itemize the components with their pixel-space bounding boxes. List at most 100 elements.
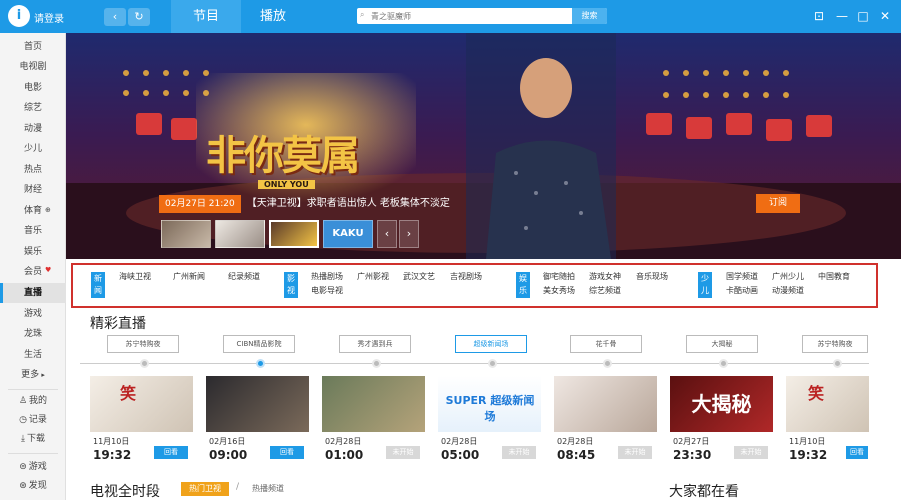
sidebar-item-games[interactable]: 游戏 bbox=[0, 304, 66, 324]
channel-link[interactable]: 音乐现场 bbox=[636, 271, 668, 282]
channel-tab[interactable]: 苏宁特购夜 bbox=[802, 335, 868, 353]
sidebar-item-anime[interactable]: 动漫 bbox=[0, 119, 66, 139]
channel-tab[interactable]: 苏宁特购夜 bbox=[107, 335, 179, 353]
app-logo[interactable]: i bbox=[8, 5, 30, 27]
search-button[interactable]: 搜索 bbox=[572, 8, 607, 24]
show-logo-text: 非你莫属 bbox=[206, 133, 360, 179]
maximize-icon[interactable]: □ bbox=[855, 9, 871, 23]
channel-link[interactable]: 武汉文艺 bbox=[403, 271, 435, 282]
program-time: 19:32 bbox=[789, 448, 828, 462]
sidebar-item-kids[interactable]: 少儿 bbox=[0, 139, 66, 159]
sidebar-item-more[interactable]: 更多 ▸ bbox=[0, 365, 66, 385]
sidebar-item-live[interactable]: 直播 bbox=[0, 283, 66, 303]
program-card[interactable]: 大揭秘 02月27日 23:30 未开始 bbox=[670, 376, 773, 462]
banner-thumb-active[interactable] bbox=[269, 220, 319, 248]
close-icon[interactable]: ✕ bbox=[877, 9, 893, 23]
sidebar: 首页 电视剧 电影 综艺 动漫 少儿 热点 财经 体育 ⊕ 音乐 娱乐 会员 ♥… bbox=[0, 33, 66, 500]
channel-link[interactable]: 海峡卫视 bbox=[119, 271, 151, 282]
tab-popular-channels[interactable]: 热播频道 bbox=[252, 483, 284, 494]
program-card[interactable]: 笑 11月10日 19:32 回看 bbox=[90, 376, 193, 462]
sidebar-item-home[interactable]: 首页 bbox=[0, 37, 66, 57]
channel-link[interactable]: 电影导视 bbox=[311, 285, 343, 296]
channel-link[interactable]: 综艺频道 bbox=[589, 285, 621, 296]
pin-icon[interactable]: ⊡ bbox=[811, 9, 827, 23]
channel-tab[interactable]: 秀才遇到兵 bbox=[339, 335, 411, 353]
refresh-icon[interactable]: ↻ bbox=[128, 8, 150, 26]
sidebar-item-game-center[interactable]: ⊜ 游戏 bbox=[0, 457, 66, 477]
search-box: ⌕ 搜索 bbox=[357, 8, 607, 24]
program-card[interactable]: 02月28日 08:45 未开始 bbox=[554, 376, 657, 462]
minimize-icon[interactable]: — bbox=[834, 9, 850, 23]
sidebar-item-music[interactable]: 音乐 bbox=[0, 221, 66, 241]
timeline-dot bbox=[140, 359, 149, 368]
banner-thumb[interactable] bbox=[161, 220, 211, 248]
timeline-dot bbox=[833, 359, 842, 368]
sidebar-item-discover[interactable]: ⊛ 发现 bbox=[0, 476, 66, 496]
channel-link[interactable]: 广州少儿 bbox=[772, 271, 804, 282]
program-card[interactable]: SUPER 超级新闻场 02月28日 05:00 未开始 bbox=[438, 376, 541, 462]
sidebar-item-download[interactable]: ⤓ 下载 bbox=[0, 429, 66, 449]
sidebar-item-history[interactable]: ◷ 记录 bbox=[0, 410, 66, 430]
replay-button[interactable]: 回看 bbox=[846, 446, 868, 459]
sidebar-item-variety[interactable]: 综艺 bbox=[0, 98, 66, 118]
mine-label: 我的 bbox=[29, 396, 48, 406]
category-kids-label[interactable]: 少儿 bbox=[698, 272, 712, 298]
program-time: 23:30 bbox=[673, 448, 712, 462]
channel-tab[interactable]: 花千骨 bbox=[570, 335, 642, 353]
channel-link[interactable]: 广州新闻 bbox=[173, 271, 205, 282]
program-thumbnail bbox=[322, 376, 425, 432]
vip-heart-icon: ♥ bbox=[45, 266, 52, 274]
channel-link[interactable]: 美女秀场 bbox=[543, 285, 575, 296]
channel-link[interactable]: 动漫频道 bbox=[772, 285, 804, 296]
subscribe-button[interactable]: 订阅 bbox=[756, 194, 800, 213]
tab-play[interactable]: 播放 bbox=[241, 0, 305, 33]
channel-link[interactable]: 游戏女神 bbox=[589, 271, 621, 282]
tab-hot-satellite[interactable]: 热门卫视 bbox=[181, 482, 229, 496]
sidebar-item-life[interactable]: 生活 bbox=[0, 345, 66, 365]
channel-tab-active[interactable]: 超级新闻场 bbox=[455, 335, 527, 353]
banner-thumb[interactable] bbox=[215, 220, 265, 248]
channel-link[interactable]: 中国教育 bbox=[818, 271, 850, 282]
sidebar-item-sports[interactable]: 体育 bbox=[0, 201, 66, 221]
channel-link[interactable]: 纪录频道 bbox=[228, 271, 260, 282]
category-news-label[interactable]: 新闻 bbox=[91, 272, 105, 298]
channel-tab[interactable]: 大揭秘 bbox=[686, 335, 758, 353]
sidebar-item-tv-series[interactable]: 电视剧 bbox=[0, 57, 66, 77]
sidebar-item-mine[interactable]: ♙ 我的 bbox=[0, 391, 66, 411]
sidebar-item-finance[interactable]: 财经 bbox=[0, 180, 66, 200]
sidebar-item-entertainment[interactable]: 娱乐 bbox=[0, 242, 66, 262]
login-link[interactable]: 请登录 bbox=[34, 10, 64, 25]
sidebar-item-vip[interactable]: 会员 bbox=[0, 262, 66, 282]
banner-thumb[interactable]: KAKU bbox=[323, 220, 373, 248]
category-film-label[interactable]: 影视 bbox=[284, 272, 298, 298]
sidebar-item-dragonball[interactable]: 龙珠 bbox=[0, 324, 66, 344]
thumb-next-icon[interactable]: › bbox=[399, 220, 419, 248]
sidebar-item-movies[interactable]: 电影 bbox=[0, 78, 66, 98]
replay-button[interactable]: 回看 bbox=[270, 446, 304, 459]
channel-link[interactable]: 吉视剧场 bbox=[450, 271, 482, 282]
search-icon: ⌕ bbox=[360, 10, 365, 19]
tab-separator: / bbox=[236, 482, 240, 492]
channel-link[interactable]: 热播剧场 bbox=[311, 271, 343, 282]
program-card[interactable]: 笑 11月10日 19:32 回看 bbox=[786, 376, 869, 462]
program-date: 02月28日 bbox=[325, 437, 362, 446]
hero-banner[interactable]: 非你莫属 ONLY YOU 02月27日 21:20 【天津卫视】求职者语出惊人 … bbox=[66, 33, 901, 259]
banner-caption[interactable]: 02月27日 21:20 【天津卫视】求职者语出惊人 老板集体不淡定 bbox=[159, 195, 450, 213]
program-card[interactable]: 02月28日 01:00 未开始 bbox=[322, 376, 425, 462]
channel-link[interactable]: 卡酷动画 bbox=[726, 285, 758, 296]
discover-label: 发现 bbox=[28, 481, 47, 491]
channel-tab[interactable]: CIBN精品影院 bbox=[223, 335, 295, 353]
replay-button[interactable]: 回看 bbox=[154, 446, 188, 459]
sidebar-item-hot[interactable]: 热点 bbox=[0, 160, 66, 180]
not-started-badge: 未开始 bbox=[386, 446, 420, 459]
channel-link[interactable]: 广州影视 bbox=[357, 271, 389, 282]
search-input[interactable] bbox=[371, 9, 571, 23]
program-card[interactable]: 02月16日 09:00 回看 bbox=[206, 376, 309, 462]
thumb-prev-icon[interactable]: ‹ bbox=[377, 220, 397, 248]
channel-link[interactable]: 国学频道 bbox=[726, 271, 758, 282]
category-entertainment-label[interactable]: 娱乐 bbox=[516, 272, 530, 298]
channel-link[interactable]: 御宅随拍 bbox=[543, 271, 575, 282]
tab-programs[interactable]: 节目 bbox=[171, 0, 241, 33]
back-icon[interactable]: ‹ bbox=[104, 8, 126, 26]
program-thumbnail bbox=[554, 376, 657, 432]
